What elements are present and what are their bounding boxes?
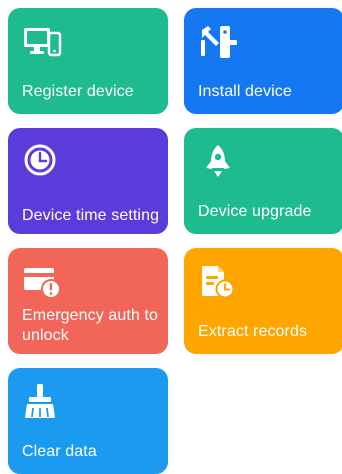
- extract-records-tile[interactable]: Extract records: [184, 248, 342, 354]
- register-device-tile[interactable]: Register device: [8, 8, 168, 114]
- clock-icon: [22, 142, 62, 182]
- emergency-card-icon: [22, 262, 62, 302]
- install-device-label: Install device: [198, 83, 292, 100]
- device-time-setting-label: Device time setting: [22, 207, 160, 224]
- device-time-setting-tile[interactable]: Device time setting: [8, 128, 168, 234]
- install-lock-icon: [198, 22, 238, 62]
- extract-records-label: Extract records: [198, 323, 308, 340]
- records-icon: [198, 262, 238, 302]
- clear-data-label: Clear data: [22, 443, 97, 460]
- register-device-label: Register device: [22, 83, 134, 100]
- rocket-icon: [198, 142, 238, 182]
- emergency-auth-tile[interactable]: Emergency auth to unlock: [8, 248, 168, 354]
- device-upgrade-label: Device upgrade: [198, 203, 312, 220]
- clear-data-tile[interactable]: Clear data: [8, 368, 168, 474]
- device-upgrade-tile[interactable]: Device upgrade: [184, 128, 342, 234]
- devices-icon: [22, 22, 62, 62]
- broom-icon: [22, 382, 62, 422]
- emergency-auth-label: Emergency auth to unlock: [22, 307, 158, 344]
- install-device-tile[interactable]: Install device: [184, 8, 342, 114]
